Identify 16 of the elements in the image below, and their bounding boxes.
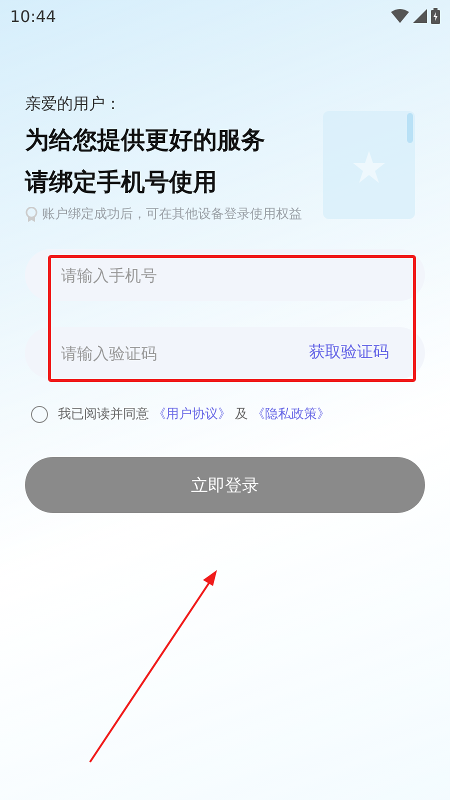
- signal-icon: [413, 9, 427, 23]
- battery-icon: [431, 8, 440, 24]
- agree-checkbox[interactable]: [31, 406, 48, 422]
- phone-field[interactable]: 请输入手机号: [25, 249, 425, 301]
- headline-text: 为给您提供更好的服务: [25, 125, 266, 156]
- agreement-text: 我已阅读并同意: [58, 406, 149, 423]
- get-code-button[interactable]: 获取验证码: [309, 342, 389, 363]
- hint-text: 账户绑定成功后，可在其他设备登录使用权益: [42, 206, 302, 223]
- policy-link[interactable]: 《隐私政策》: [252, 405, 330, 423]
- policy-link[interactable]: 《用户协议》: [153, 405, 231, 423]
- status-time: 10:44: [10, 6, 56, 26]
- badge-icon: [25, 206, 38, 222]
- greeting-text: 亲爱的用户：: [25, 94, 122, 115]
- wifi-icon: [391, 9, 409, 23]
- agreement-text: 及: [235, 406, 248, 423]
- headline-text: 请绑定手机号使用: [25, 167, 218, 198]
